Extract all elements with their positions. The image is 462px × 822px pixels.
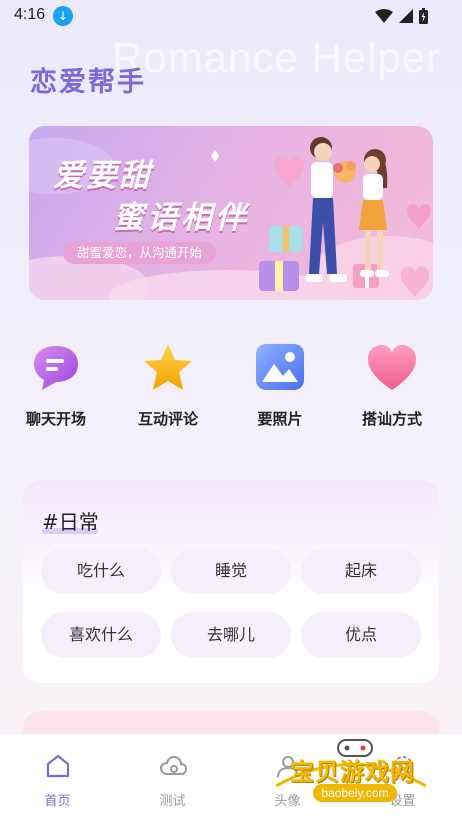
tab-home[interactable]: 首页	[0, 734, 115, 822]
promo-banner[interactable]: 爱要甜 蜜语相伴 甜蜜爱恋，从沟通开始	[29, 126, 433, 300]
image-icon	[256, 344, 304, 390]
banner-headline-line1: 爱要甜	[53, 158, 152, 194]
tab-label: 测试	[159, 794, 186, 809]
watermark-url: baobeiy.com	[313, 784, 397, 802]
background-english-title: Romance Helper	[112, 34, 442, 81]
heart-decoration	[274, 156, 304, 188]
topic-chip[interactable]: 吃什么	[41, 548, 161, 594]
star-icon	[144, 344, 192, 390]
quick-action-chat-opener[interactable]: 聊天开场	[6, 340, 106, 429]
heart-decoration	[407, 204, 431, 230]
topic-chip[interactable]: 优点	[301, 612, 421, 658]
heart-icon	[368, 345, 416, 390]
download-icon: ↓	[53, 6, 73, 26]
topic-chip[interactable]: 去哪儿	[171, 612, 291, 658]
quick-action-label: 聊天开场	[25, 410, 86, 428]
topic-chip[interactable]: 睡觉	[171, 548, 291, 594]
status-time: 4:16	[14, 6, 46, 23]
cloud-icon	[159, 755, 187, 775]
wifi-icon	[375, 9, 393, 23]
signal-icon	[399, 9, 413, 23]
tab-label: 首页	[44, 794, 71, 809]
chat-bubble-icon	[34, 346, 78, 390]
quick-action-label: 要照片	[257, 410, 303, 428]
quick-action-request-photo[interactable]: 要照片	[230, 340, 330, 429]
quick-action-interactive-comment[interactable]: 互动评论	[118, 340, 218, 429]
banner-headline-line2: 蜜语相伴	[113, 200, 249, 236]
battery-icon	[419, 8, 428, 24]
quick-actions: 聊天开场 互动评论 要照片 搭讪方式	[0, 340, 462, 440]
banner-tagline: 甜蜜爱恋，从沟通开始	[63, 242, 217, 264]
topic-card-title: #日常	[42, 510, 99, 534]
status-bar: 4:16 ↓	[0, 0, 462, 32]
home-icon	[46, 754, 69, 778]
topic-chip[interactable]: 起床	[301, 548, 421, 594]
quick-action-label: 互动评论	[137, 410, 198, 428]
app-title: 恋爱帮手	[30, 67, 146, 98]
topic-chip[interactable]: 喜欢什么	[41, 612, 161, 658]
status-icons	[375, 8, 428, 24]
watermark-text: 宝贝游戏网	[290, 758, 415, 786]
quick-action-label: 搭讪方式	[361, 410, 422, 428]
tab-test[interactable]: 测试	[115, 734, 230, 822]
quick-action-pickup-lines[interactable]: 搭讪方式	[342, 340, 442, 429]
